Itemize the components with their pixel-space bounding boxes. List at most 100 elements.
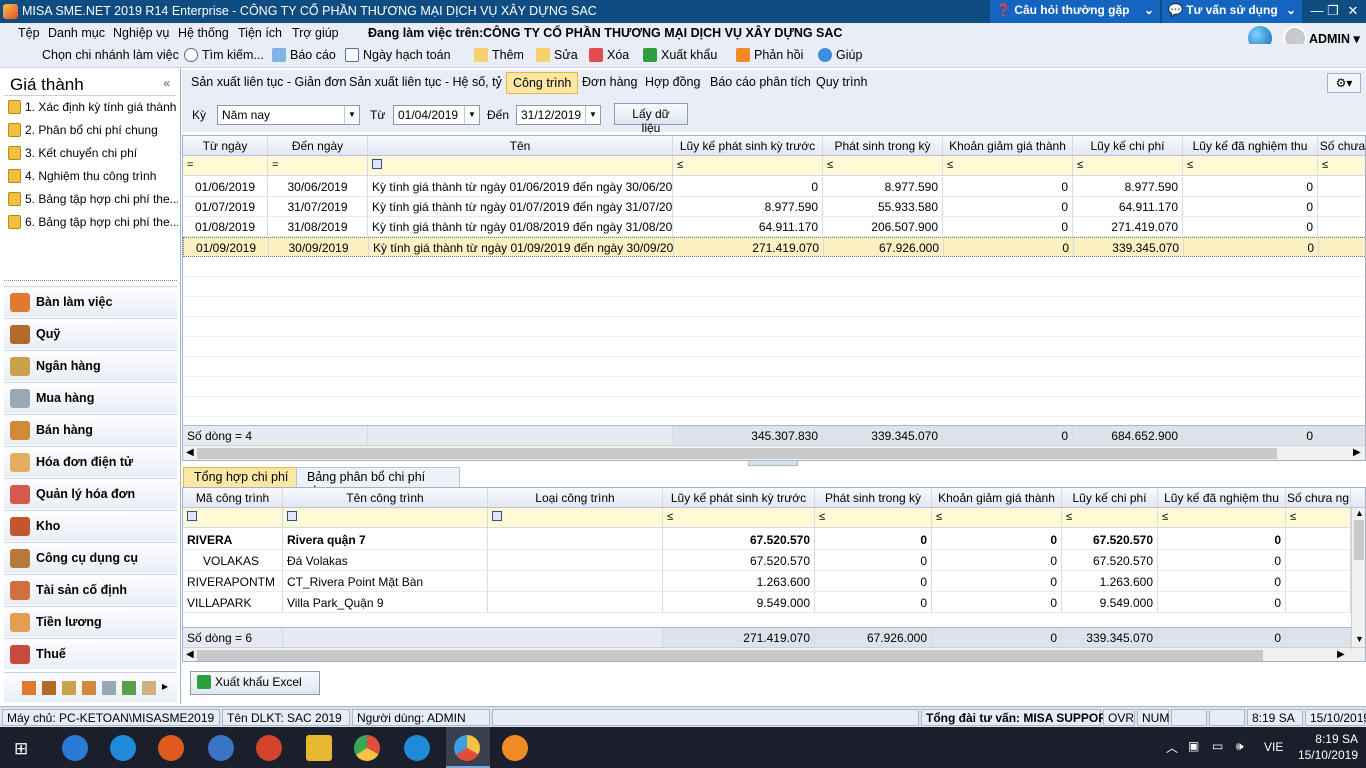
- table-row-selected[interactable]: 01/09/2019 30/09/2019 Kỳ tính giá thành …: [183, 237, 1365, 257]
- module-warehouse[interactable]: Kho: [4, 510, 177, 541]
- filter-cell[interactable]: [368, 156, 673, 175]
- menu-help[interactable]: Trợ giúp: [292, 26, 339, 40]
- branch-button[interactable]: Chọn chi nhánh làm việc: [42, 48, 179, 62]
- period-select[interactable]: Năm nay ▼: [217, 105, 360, 125]
- col-prior-accum[interactable]: Lũy kế phát sinh kỳ trước: [663, 488, 815, 507]
- tab-order[interactable]: Đơn hàng: [576, 72, 643, 94]
- col-reduction[interactable]: Khoản giảm giá thành: [943, 136, 1073, 155]
- filter-cell[interactable]: =: [268, 156, 368, 175]
- table-row[interactable]: 01/06/2019 30/06/2019 Kỳ tính giá thành …: [183, 177, 1365, 197]
- export-excel-button[interactable]: Xuất khẩu Excel: [190, 671, 320, 695]
- feedback-button[interactable]: Phản hồi: [736, 48, 803, 62]
- module-payroll[interactable]: Tiền lương: [4, 606, 177, 637]
- folder-icon[interactable]: [306, 735, 332, 761]
- close-icon[interactable]: ✕: [1340, 0, 1366, 23]
- app-icon[interactable]: [208, 735, 234, 761]
- filter-cell[interactable]: ≤: [1158, 508, 1286, 527]
- filter-cell[interactable]: [488, 508, 663, 527]
- language-indicator[interactable]: VIE: [1264, 740, 1283, 754]
- vertical-scrollbar[interactable]: ▲ ▼: [1351, 508, 1365, 647]
- col-accum-cost[interactable]: Lũy kế chi phí: [1062, 488, 1158, 507]
- step-item[interactable]: 1. Xác định kỳ tính giá thành: [8, 100, 178, 122]
- tab-analysis[interactable]: Báo cáo phân tích: [704, 72, 817, 94]
- filter-cell[interactable]: ≤: [663, 508, 815, 527]
- add-button[interactable]: Thêm: [474, 48, 524, 62]
- app-icon[interactable]: [502, 735, 528, 761]
- tab-process[interactable]: Quy trình: [810, 72, 873, 94]
- module-desk[interactable]: Bàn làm việc: [4, 286, 177, 317]
- filter-cell[interactable]: ≤: [932, 508, 1062, 527]
- col-to-date[interactable]: Đến ngày: [268, 136, 368, 155]
- report-button[interactable]: Báo cáo: [272, 48, 336, 62]
- step-item[interactable]: 2. Phân bổ chi phí chung: [8, 123, 178, 145]
- scroll-thumb[interactable]: [197, 650, 1263, 661]
- export-button[interactable]: Xuất khẩu: [643, 48, 717, 62]
- step-item[interactable]: 6. Bảng tập hợp chi phí the...: [8, 215, 178, 237]
- tab-cost-summary[interactable]: Tổng hợp chi phí: [183, 467, 300, 487]
- chrome-icon[interactable]: [354, 735, 380, 761]
- help-button[interactable]: Giúp: [818, 48, 862, 62]
- col-accepted[interactable]: Lũy kế đã nghiệm thu: [1158, 488, 1286, 507]
- col-incurred[interactable]: Phát sinh trong kỳ: [815, 488, 932, 507]
- menu-operations[interactable]: Nghiệp vụ: [113, 26, 169, 40]
- filter-cell[interactable]: =: [183, 156, 268, 175]
- tab-allocation[interactable]: Bảng phân bổ chi phí chung: [296, 467, 460, 498]
- module-bank[interactable]: Ngân hàng: [4, 350, 177, 381]
- horizontal-scrollbar[interactable]: ◀ ▶: [183, 647, 1365, 661]
- table-row[interactable]: 01/08/2019 31/08/2019 Kỳ tính giá thành …: [183, 217, 1365, 237]
- clock[interactable]: 8:19 SA 15/10/2019: [1298, 731, 1358, 763]
- table-row[interactable]: RIVERAPONTM CT_Rivera Point Mặt Bàn 1.26…: [183, 571, 1351, 592]
- ie-icon[interactable]: [110, 735, 136, 761]
- module-cash[interactable]: Quỹ: [4, 318, 177, 349]
- step-item[interactable]: 3. Kết chuyển chi phí: [8, 146, 178, 168]
- horizontal-scrollbar[interactable]: ◀ ▶: [183, 445, 1365, 460]
- shortcut-icon[interactable]: [122, 681, 136, 695]
- module-sales[interactable]: Bán hàng: [4, 414, 177, 445]
- col-project-type[interactable]: Loại công trình: [488, 488, 663, 507]
- col-accepted[interactable]: Lũy kế đã nghiệm thu: [1183, 136, 1318, 155]
- zalo-icon[interactable]: [404, 735, 430, 761]
- filter-cell[interactable]: ≤: [1286, 508, 1351, 527]
- menu-system[interactable]: Hệ thống: [178, 26, 229, 40]
- network-icon[interactable]: ▭: [1212, 739, 1223, 753]
- filter-cell[interactable]: ≤: [815, 508, 932, 527]
- app-icon[interactable]: [256, 735, 282, 761]
- col-name[interactable]: Tên: [368, 136, 673, 155]
- tab-simple[interactable]: Sản xuất liên tục - Giản đơn: [185, 72, 353, 94]
- col-from-date[interactable]: Từ ngày: [183, 136, 268, 155]
- misa-icon[interactable]: [454, 735, 480, 761]
- step-item[interactable]: 5. Bảng tập hợp chi phí the...: [8, 192, 178, 214]
- col-remaining[interactable]: Số chưa: [1318, 136, 1365, 155]
- settings-button[interactable]: ⚙▾: [1327, 73, 1361, 93]
- col-code[interactable]: Mã công trình: [183, 488, 283, 507]
- col-accum-cost[interactable]: Lũy kế chi phí: [1073, 136, 1183, 155]
- shortcut-icon[interactable]: [142, 681, 156, 695]
- module-einvoice[interactable]: Hóa đơn điện tử: [4, 446, 177, 477]
- collapse-icon[interactable]: «: [163, 76, 170, 90]
- filter-cell[interactable]: ≤: [1318, 156, 1365, 175]
- more-icon[interactable]: ▸: [162, 679, 168, 693]
- filter-cell[interactable]: ≤: [1062, 508, 1158, 527]
- windows-start-icon[interactable]: ⊞: [14, 739, 28, 759]
- module-tools[interactable]: Công cụ dụng cụ: [4, 542, 177, 573]
- table-row[interactable]: 01/07/2019 31/07/2019 Kỳ tính giá thành …: [183, 197, 1365, 217]
- table-row[interactable]: VILLAPARK Villa Park_Quận 9 9.549.000 0 …: [183, 592, 1351, 613]
- table-row[interactable]: VOLAKAS Đá Volakas 67.520.570 0 0 67.520…: [183, 550, 1351, 571]
- to-date-input[interactable]: 31/12/2019 ▼: [516, 105, 601, 125]
- scroll-up-icon[interactable]: ▲: [1355, 508, 1364, 518]
- module-purchase[interactable]: Mua hàng: [4, 382, 177, 413]
- tray-icon[interactable]: ▣: [1188, 739, 1199, 753]
- shortcut-icon[interactable]: [102, 681, 116, 695]
- col-prior-accum[interactable]: Lũy kế phát sinh kỳ trước: [673, 136, 823, 155]
- col-reduction[interactable]: Khoản giảm giá thành: [932, 488, 1062, 507]
- consult-button[interactable]: 💬 Tư vấn sử dụng ⌄: [1162, 0, 1302, 23]
- menu-catalog[interactable]: Danh mục: [48, 26, 105, 40]
- shortcut-icon[interactable]: [82, 681, 96, 695]
- volume-icon[interactable]: 🕪: [1236, 739, 1244, 754]
- scroll-right-icon[interactable]: ▶: [1337, 649, 1345, 660]
- scroll-left-icon[interactable]: ◀: [186, 649, 194, 660]
- scroll-thumb[interactable]: [1354, 520, 1364, 560]
- filter-cell[interactable]: [183, 508, 283, 527]
- from-date-input[interactable]: 01/04/2019 ▼: [393, 105, 480, 125]
- tab-construction[interactable]: Công trình: [506, 72, 579, 94]
